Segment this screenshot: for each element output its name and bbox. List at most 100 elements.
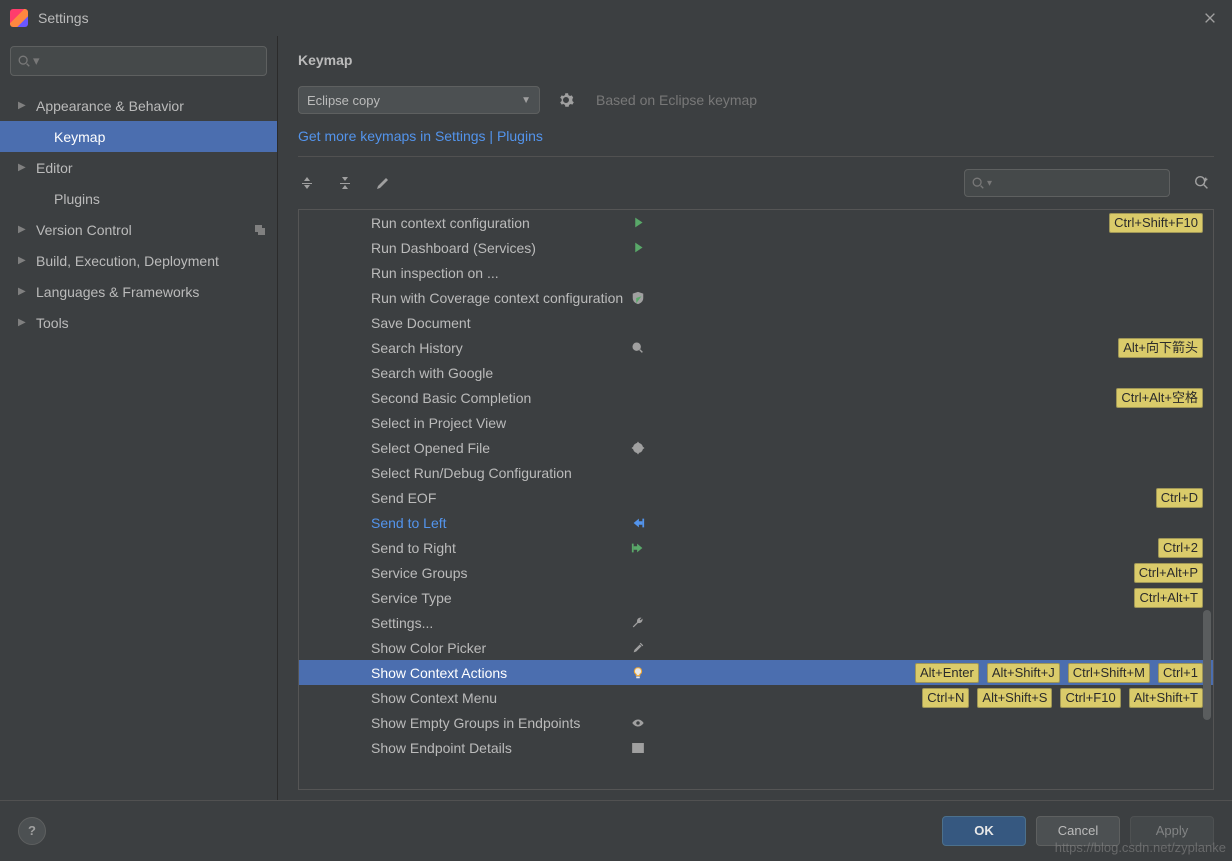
shortcut-badge: Ctrl+Shift+M <box>1068 663 1150 683</box>
get-more-keymaps-link[interactable]: Get more keymaps in Settings | Plugins <box>298 128 1214 144</box>
action-row[interactable]: Send to Left <box>299 510 1213 535</box>
shortcut-list: Ctrl+Alt+P <box>1134 563 1203 583</box>
shortcut-list: Ctrl+Shift+F10 <box>1109 213 1203 233</box>
sidebar-item-label: Appearance & Behavior <box>36 98 184 114</box>
sidebar-item-keymap[interactable]: ▶Keymap <box>0 121 277 152</box>
ok-button[interactable]: OK <box>942 816 1026 846</box>
shortcut-badge: Alt+Shift+J <box>987 663 1060 683</box>
sidebar-item-appearance-behavior[interactable]: ▶ Appearance & Behavior <box>0 90 277 121</box>
collapse-all-button[interactable] <box>336 174 354 192</box>
picker-icon <box>629 639 647 657</box>
action-row[interactable]: Run inspection on ... <box>299 260 1213 285</box>
sidebar-search-input[interactable]: ▾ <box>10 46 267 76</box>
scrollbar-thumb[interactable] <box>1203 610 1211 720</box>
action-row[interactable]: Run context configuration Ctrl+Shift+F10 <box>299 210 1213 235</box>
caret-icon: ▶ <box>18 224 30 235</box>
find-by-shortcut-button[interactable] <box>1190 171 1214 195</box>
action-search-input[interactable]: ▾ <box>964 169 1170 197</box>
shortcut-badge: Ctrl+N <box>922 688 969 708</box>
shortcut-list: Ctrl+D <box>1156 488 1203 508</box>
keymap-top-row: Eclipse copy ▼ Based on Eclipse keymap <box>298 86 1214 114</box>
wrench-icon <box>629 614 647 632</box>
action-row[interactable]: Send EOF Ctrl+D <box>299 485 1213 510</box>
apply-button[interactable]: Apply <box>1130 816 1214 846</box>
action-row[interactable]: Send to RightCtrl+2 <box>299 535 1213 560</box>
sidebar-item-editor[interactable]: ▶ Editor <box>0 152 277 183</box>
action-row[interactable]: Show Empty Groups in Endpoints <box>299 710 1213 735</box>
close-button[interactable] <box>1198 6 1222 30</box>
caret-icon: ▶ <box>18 162 30 173</box>
shortcut-badge: Ctrl+Alt+T <box>1134 588 1203 608</box>
action-row[interactable]: Show Endpoint Details <box>299 735 1213 760</box>
action-label: Run inspection on ... <box>371 265 499 281</box>
action-label: Show Color Picker <box>371 640 486 656</box>
shortcut-list: Alt+向下箭头 <box>1118 338 1203 358</box>
bulb-icon <box>629 664 647 682</box>
arrow-right-icon <box>629 539 647 557</box>
cancel-button[interactable]: Cancel <box>1036 816 1120 846</box>
shortcut-list: Ctrl+Alt+空格 <box>1116 388 1203 408</box>
action-row[interactable]: Run with Coverage context configuration <box>299 285 1213 310</box>
action-row[interactable]: Select Opened File <box>299 435 1213 460</box>
action-label: Service Type <box>371 590 452 606</box>
action-row[interactable]: Service Type Ctrl+Alt+T <box>299 585 1213 610</box>
action-row[interactable]: Show Context ActionsAlt+EnterAlt+Shift+J… <box>299 660 1213 685</box>
shortcut-badge: Alt+Shift+S <box>977 688 1052 708</box>
caret-icon: ▶ <box>18 317 30 328</box>
action-label: Run context configuration <box>371 215 530 231</box>
app-logo-icon <box>10 9 28 27</box>
expand-all-button[interactable] <box>298 174 316 192</box>
titlebar: Settings <box>0 0 1232 36</box>
sidebar-item-tools[interactable]: ▶Tools <box>0 307 277 338</box>
caret-icon: ▶ <box>18 255 30 266</box>
action-label: Select Opened File <box>371 440 490 456</box>
action-row[interactable]: Save Document <box>299 310 1213 335</box>
action-row[interactable]: Show Color Picker <box>299 635 1213 660</box>
caret-icon: ▶ <box>18 100 30 111</box>
action-row[interactable]: Run Dashboard (Services) <box>299 235 1213 260</box>
action-row[interactable]: Select Run/Debug Configuration <box>299 460 1213 485</box>
action-row[interactable]: Select in Project View <box>299 410 1213 435</box>
project-level-icon <box>253 223 267 237</box>
action-row[interactable]: Service GroupsCtrl+Alt+P <box>299 560 1213 585</box>
sidebar-item-version-control[interactable]: ▶Version Control <box>0 214 277 245</box>
action-label: Send EOF <box>371 490 436 506</box>
keymap-toolbar: ▾ <box>298 169 1214 197</box>
action-label: Run with Coverage context configuration <box>371 290 623 306</box>
action-row[interactable]: Search HistoryAlt+向下箭头 <box>299 335 1213 360</box>
shortcut-badge: Ctrl+Shift+F10 <box>1109 213 1203 233</box>
action-label: Show Empty Groups in Endpoints <box>371 715 580 731</box>
action-row[interactable]: Search with Google <box>299 360 1213 385</box>
action-label: Second Basic Completion <box>371 390 531 406</box>
sidebar-item-build-execution-deployment[interactable]: ▶Build, Execution, Deployment <box>0 245 277 276</box>
main-panel: Keymap Eclipse copy ▼ Based on Eclipse k… <box>278 36 1232 800</box>
shortcut-badge: Ctrl+Alt+空格 <box>1116 388 1203 408</box>
target-icon <box>629 439 647 457</box>
action-row[interactable]: Second Basic Completion Ctrl+Alt+空格 <box>299 385 1213 410</box>
action-row[interactable]: Settings... <box>299 610 1213 635</box>
window-title: Settings <box>38 10 89 26</box>
caret-icon: ▶ <box>18 286 30 297</box>
run-icon <box>629 214 647 232</box>
action-label: Send to Right <box>371 540 456 556</box>
sidebar-item-label: Languages & Frameworks <box>36 284 199 300</box>
action-row[interactable]: Show Context MenuCtrl+NAlt+Shift+SCtrl+F… <box>299 685 1213 710</box>
chevron-down-icon: ▼ <box>521 95 531 106</box>
panel-icon <box>629 739 647 757</box>
shortcut-badge: Ctrl+D <box>1156 488 1203 508</box>
sidebar-item-languages-frameworks[interactable]: ▶ Languages & Frameworks <box>0 276 277 307</box>
arrow-left-icon <box>629 514 647 532</box>
eye-icon <box>629 714 647 732</box>
edit-shortcut-button[interactable] <box>374 174 392 192</box>
action-tree[interactable]: Run context configurationCtrl+Shift+F10R… <box>298 209 1214 790</box>
keymap-select[interactable]: Eclipse copy ▼ <box>298 86 540 114</box>
sidebar-item-label: Keymap <box>54 129 105 145</box>
help-button[interactable]: ? <box>18 817 46 845</box>
keymap-gear-button[interactable] <box>556 90 576 110</box>
action-label: Send to Left <box>371 515 447 531</box>
shortcut-badge: Alt+Shift+T <box>1129 688 1203 708</box>
sidebar-item-plugins[interactable]: ▶Plugins <box>0 183 277 214</box>
shortcut-badge: Alt+Enter <box>915 663 979 683</box>
sidebar-item-label: Editor <box>36 160 73 176</box>
shortcut-list: Ctrl+NAlt+Shift+SCtrl+F10Alt+Shift+T <box>922 688 1203 708</box>
